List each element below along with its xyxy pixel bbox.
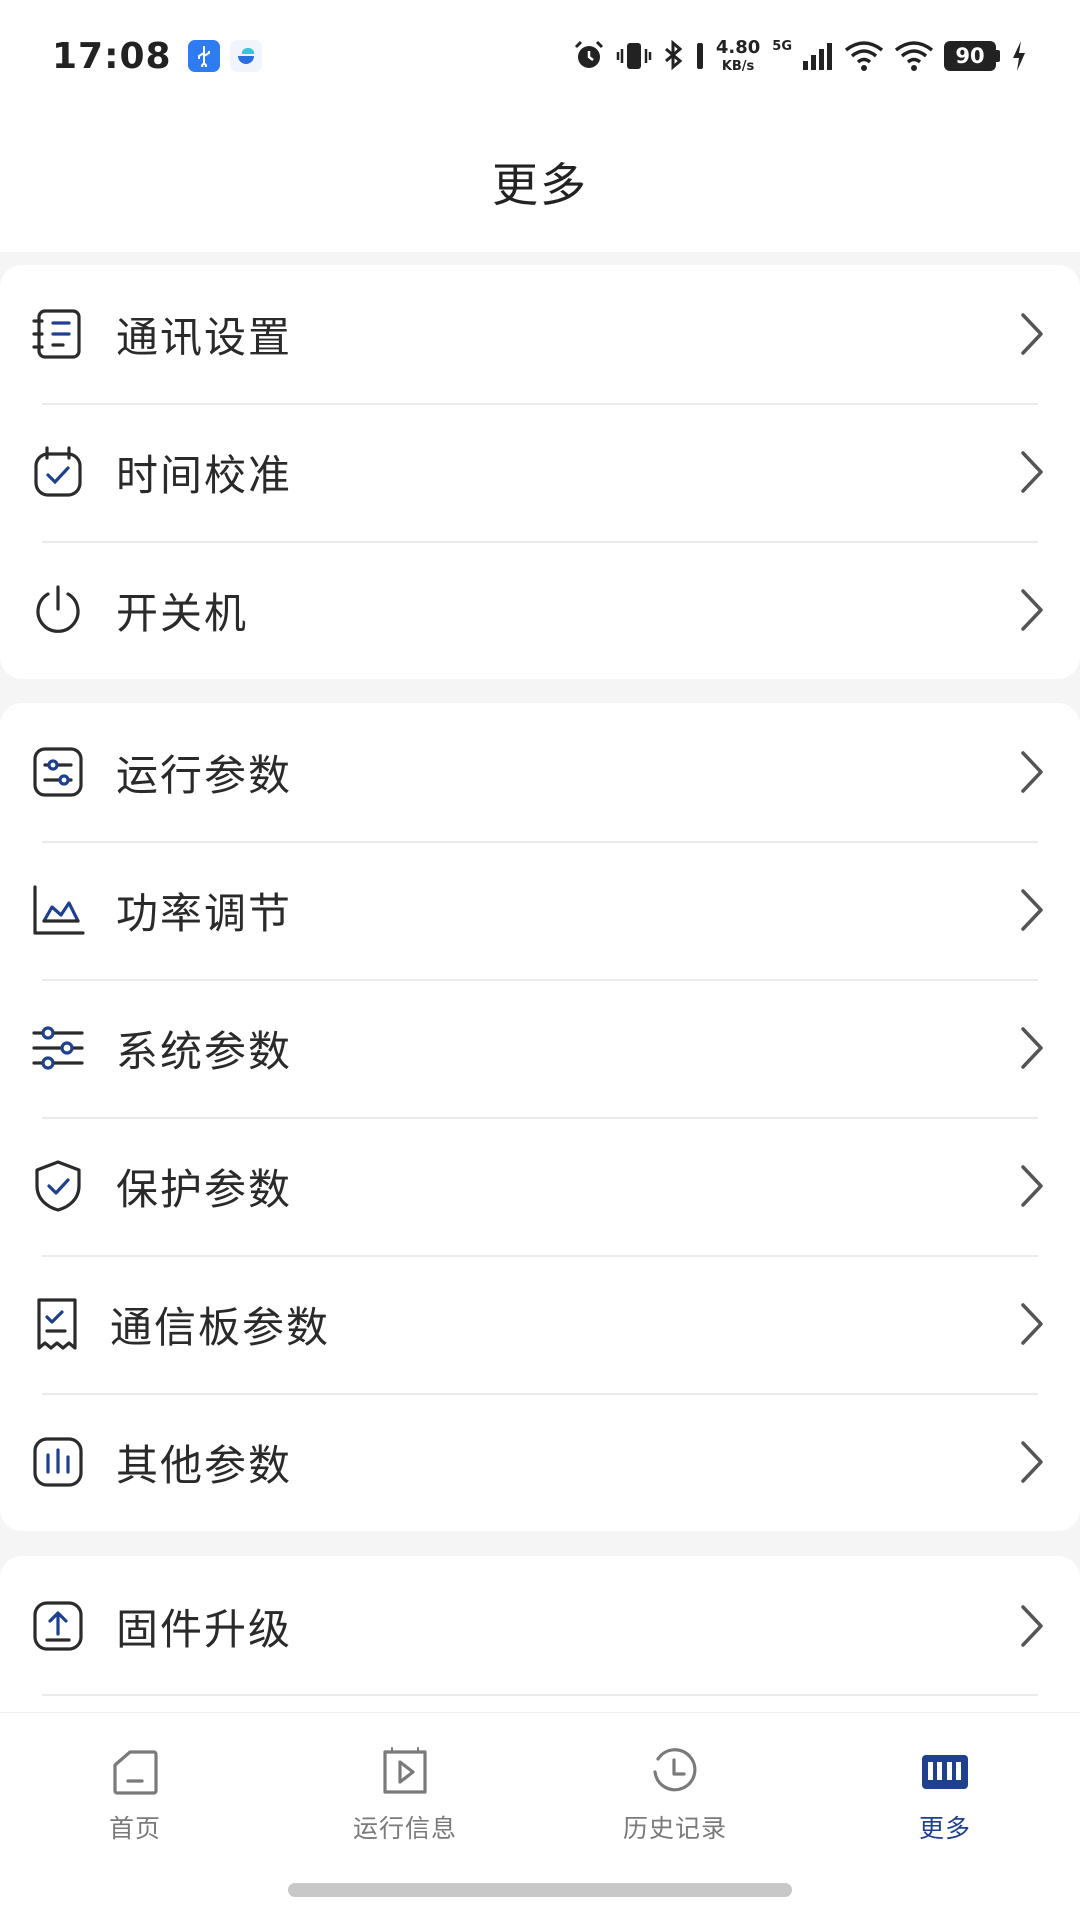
status-system-icons: 4.80 KB/s 5G 90 — [572, 39, 1028, 73]
vibrate-icon — [616, 43, 652, 69]
menu-item-firmware-upgrade[interactable]: 固件升级 — [0, 1556, 1080, 1696]
menu-item-comm-board-params[interactable]: 通信板参数 — [0, 1255, 1080, 1393]
menu-item-comm-settings[interactable]: 通讯设置 — [0, 265, 1080, 403]
usb-icon — [187, 40, 220, 72]
nav-label: 运行信息 — [352, 1814, 457, 1843]
nav-tab-history[interactable]: 历史记录 — [540, 1713, 810, 1863]
battery-indicator: 90 — [944, 41, 1000, 71]
menu-item-power-adjust[interactable]: 功率调节 — [0, 841, 1080, 979]
clock-icon — [648, 1745, 702, 1799]
nav-tab-more[interactable]: 更多 — [810, 1713, 1080, 1863]
calendar-check-icon — [30, 444, 86, 500]
chevron-right-icon — [1012, 884, 1052, 936]
settings-group-1: 通讯设置 时间校准 开关机 — [0, 265, 1080, 679]
nav-label: 历史记录 — [622, 1814, 727, 1843]
menu-item-system-params[interactable]: 系统参数 — [0, 979, 1080, 1117]
more-grid-icon — [918, 1745, 972, 1799]
bluetooth-icon — [664, 39, 683, 71]
chevron-right-icon — [1012, 1600, 1052, 1652]
menu-item-label: 通信板参数 — [110, 1302, 331, 1352]
adjust-sliders-box-icon — [30, 744, 86, 800]
status-bar: 17:08 4.80 KB/s 5G 90 — [0, 0, 1080, 112]
chevron-right-icon — [1012, 308, 1052, 360]
battery-level: 90 — [944, 41, 996, 71]
page-header: 更多 — [0, 112, 1080, 252]
menu-item-label: 固件升级 — [116, 1604, 293, 1654]
area-chart-icon — [30, 882, 86, 938]
menu-item-label: 功率调节 — [116, 888, 293, 938]
page-title: 更多 — [492, 158, 588, 212]
nav-tab-home[interactable]: 首页 — [0, 1713, 270, 1863]
chevron-right-icon — [1012, 1298, 1052, 1350]
alarm-icon — [574, 40, 603, 68]
status-notification-icons — [187, 40, 262, 72]
upload-box-icon — [30, 1598, 86, 1654]
chevron-right-icon — [1012, 1022, 1052, 1074]
menu-item-other-params[interactable]: 其他参数 — [0, 1393, 1080, 1531]
chevron-right-icon — [1012, 746, 1052, 798]
home-icon — [108, 1745, 162, 1799]
wifi-icon-1 — [844, 41, 884, 71]
nav-tab-run-info[interactable]: 运行信息 — [270, 1713, 540, 1863]
status-time: 17:08 — [52, 35, 172, 77]
menu-item-label: 系统参数 — [116, 1026, 293, 1076]
chevron-right-icon — [1012, 1160, 1052, 1212]
net-speed-unit: KB/s — [721, 59, 755, 74]
menu-item-label: 开关机 — [116, 588, 249, 638]
net-speed-value: 4.80 — [715, 37, 761, 58]
nav-label: 首页 — [108, 1814, 161, 1843]
shield-check-icon — [30, 1158, 86, 1214]
app-notification-icon — [229, 40, 262, 72]
menu-item-protect-params[interactable]: 保护参数 — [0, 1117, 1080, 1255]
menu-item-time-calibration[interactable]: 时间校准 — [0, 403, 1080, 541]
menu-item-label: 时间校准 — [116, 450, 293, 500]
home-indicator[interactable] — [288, 1883, 792, 1897]
bar-chart-box-icon — [30, 1434, 86, 1490]
chevron-right-icon — [1012, 446, 1052, 498]
wifi-icon-2 — [894, 41, 934, 71]
nav-label: 更多 — [918, 1814, 971, 1843]
charging-icon — [1013, 41, 1025, 71]
bottom-nav: 首页 运行信息 历史记录 更多 — [0, 1712, 1080, 1920]
menu-item-label: 其他参数 — [116, 1440, 293, 1490]
menu-item-label: 运行参数 — [116, 750, 293, 800]
menu-item-run-params[interactable]: 运行参数 — [0, 703, 1080, 841]
chevron-right-icon — [1012, 584, 1052, 636]
power-icon — [30, 582, 86, 638]
net-speed: 4.80 KB/s — [715, 37, 761, 74]
menu-item-label: 保护参数 — [116, 1164, 293, 1214]
screen: 17:08 4.80 KB/s 5G 90 更多 通讯设置 时间校准 开关机 运… — [0, 0, 1080, 1920]
sliders-icon — [30, 1020, 86, 1076]
bar-separator-icon — [696, 43, 703, 69]
menu-item-power-switch[interactable]: 开关机 — [0, 541, 1080, 679]
settings-group-2: 运行参数 功率调节 系统参数 保护参数 通信板参数 其他参数 — [0, 703, 1080, 1531]
menu-item-label: 通讯设置 — [116, 312, 293, 362]
network-type: 5G — [772, 38, 792, 54]
play-box-icon — [378, 1745, 432, 1799]
signal-icon — [803, 43, 832, 70]
chevron-right-icon — [1012, 1436, 1052, 1488]
notebook-list-icon — [30, 306, 86, 362]
receipt-check-icon — [30, 1296, 86, 1352]
divider — [42, 1694, 1038, 1696]
